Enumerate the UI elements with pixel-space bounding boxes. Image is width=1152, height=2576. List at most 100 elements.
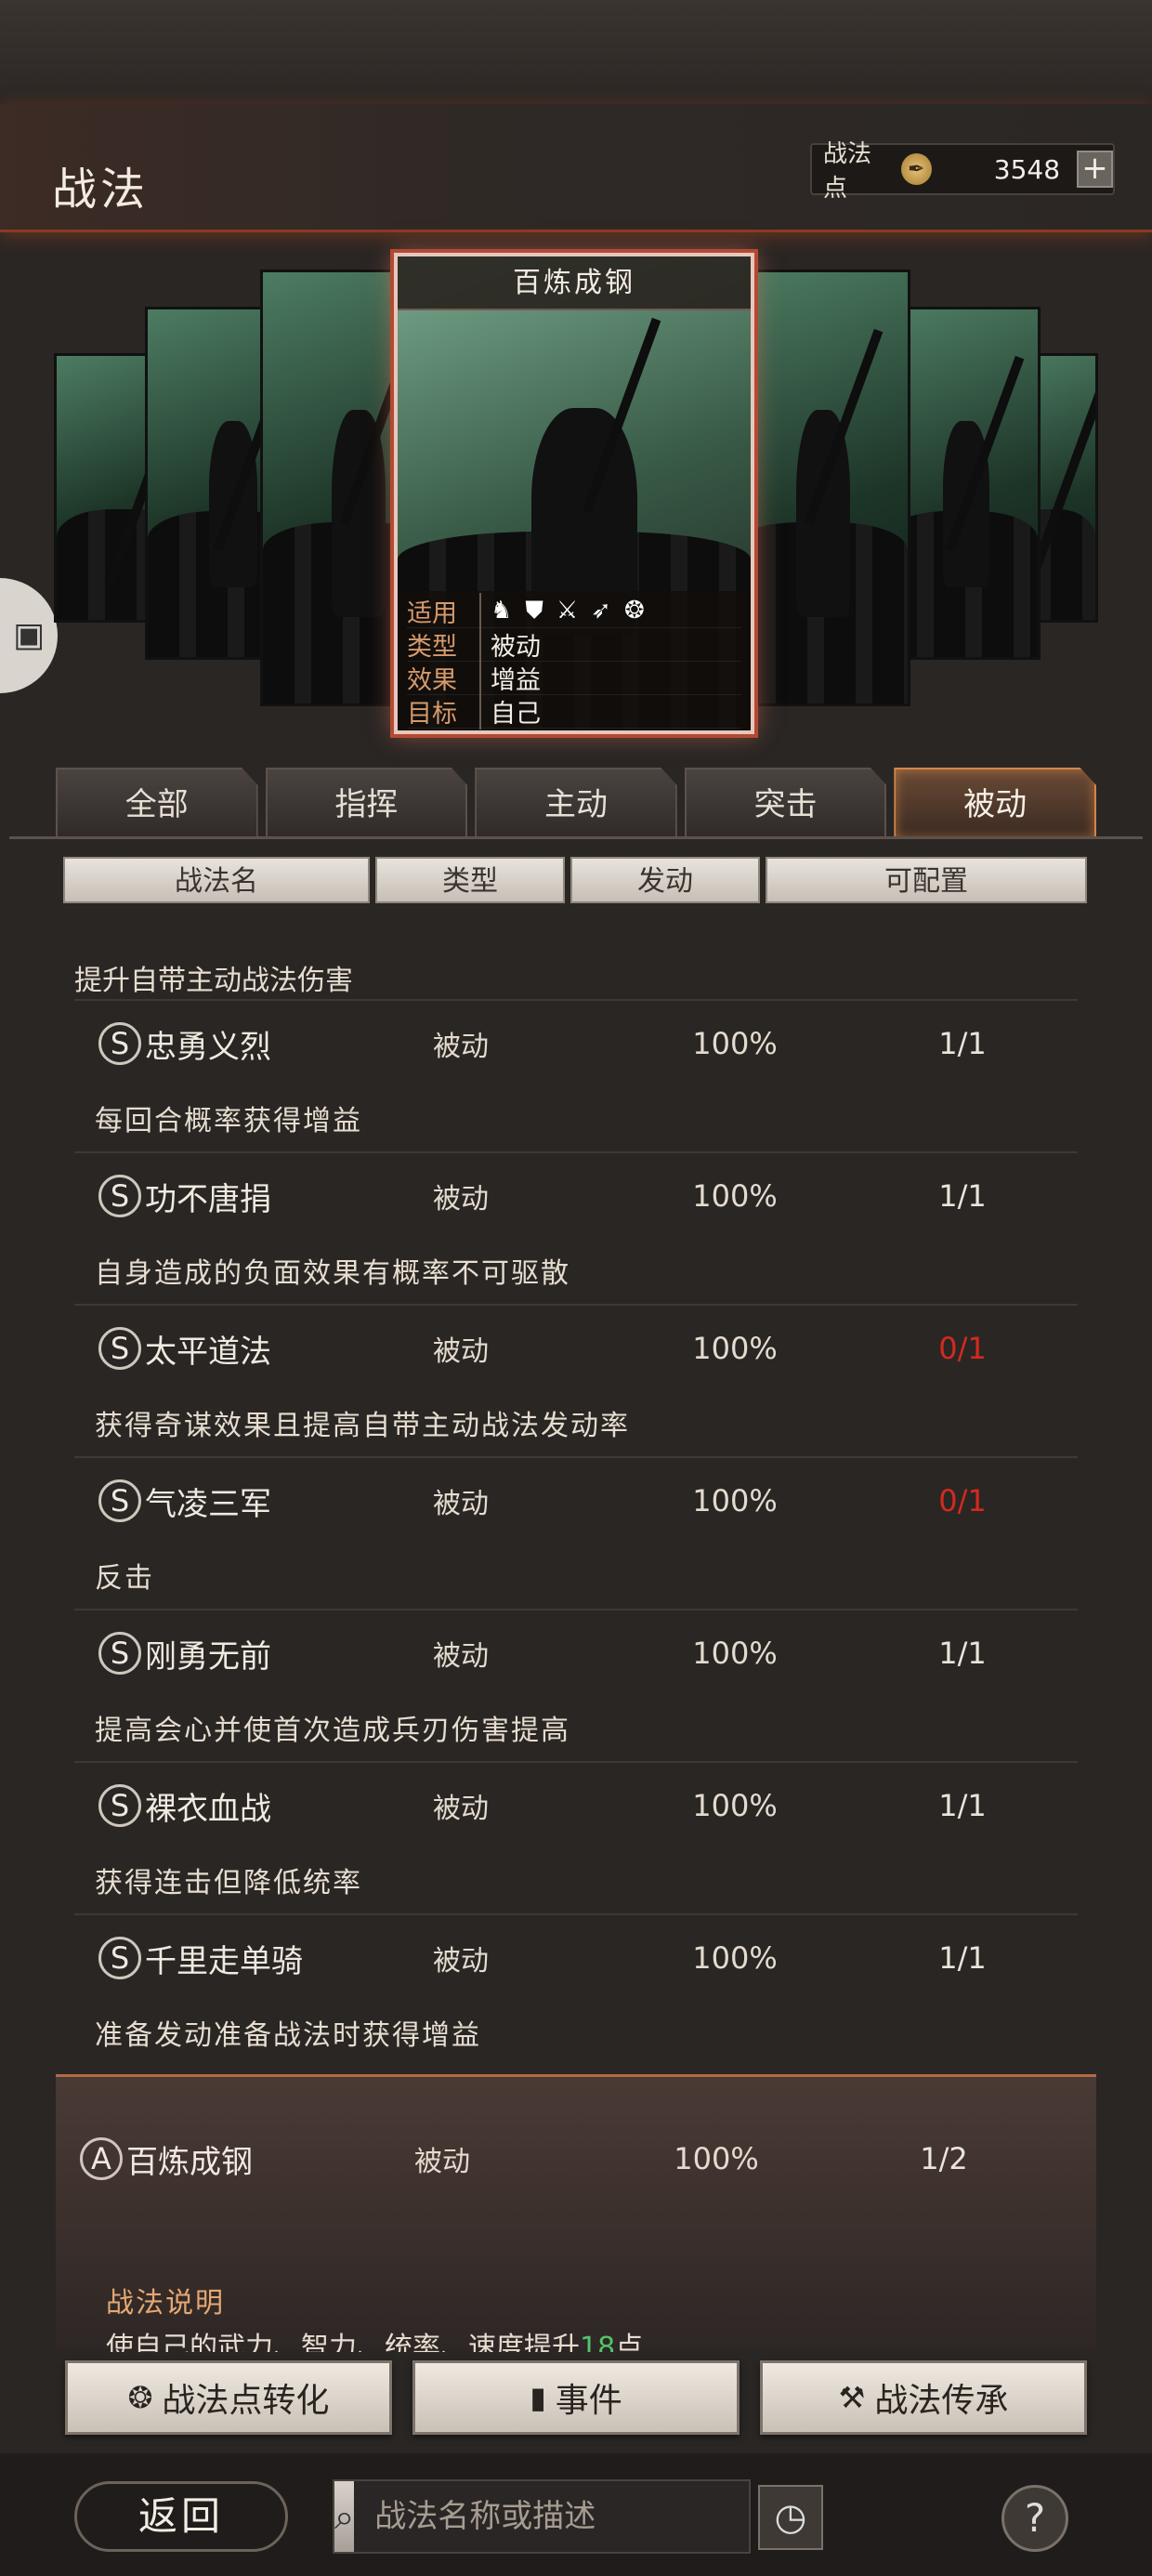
selected-skill-row[interactable]: A 百炼成钢 被动 100% 1/2 <box>56 2133 1096 2185</box>
skill-list[interactable]: 提升自带主动战法伤害 S 忠勇义烈 被动 100% 1/1 每回合概率获得增益 S 功不唐捐被… <box>74 906 1078 2063</box>
list-item-top: S 忠勇义烈 被动 100% 1/1 <box>74 1018 1078 1070</box>
list-item[interactable]: S 千里走单骑 被动 100% 1/1 准备发动准备战法时获得增益 <box>74 1915 1078 2063</box>
column-header-name[interactable]: 战法名 <box>63 857 370 903</box>
explain-text: 使自己的武力、智力、统率、速度提升18点 <box>106 2324 643 2352</box>
explain-number: 18 <box>580 2332 616 2352</box>
crossed-swords-icon: ⚔ <box>556 597 579 624</box>
skill-name: 太平道法 <box>145 1333 271 1371</box>
list-item[interactable]: S 功不唐捐 被动 100% 1/1 自身造成的负面效果有概率不可驱散 <box>74 1153 1078 1306</box>
skill-type: 被动 <box>433 1945 489 1978</box>
spear-icon: ➶ <box>591 597 611 624</box>
skill-name: 千里走单骑 <box>145 1942 303 1980</box>
category-tabs: 全部 指挥 主动 突击 被动 <box>56 768 1096 838</box>
skill-slots: 0/1 <box>938 1331 987 1366</box>
info-value: 被动 <box>491 633 541 662</box>
card-info: 适用 ♞ ⛊ ⚔ ➶ ❂ 类型 被动 效果 增益 目标 自己 <box>398 591 751 730</box>
troop-type-icons: ♞ ⛊ ⚔ ➶ ❂ <box>491 597 645 625</box>
tab-divider <box>9 836 1143 839</box>
grade-badge: S <box>98 1784 141 1827</box>
skill-desc: 获得连击但降低统率 <box>95 1867 362 1899</box>
hammer-icon: ⚒ <box>838 2380 866 2415</box>
grade-badge: S <box>98 1175 141 1217</box>
list-item[interactable]: S 气凌三军 被动 100% 0/1 反击 <box>74 1458 1078 1610</box>
back-button[interactable]: 返回 <box>74 2481 288 2552</box>
tab-command[interactable]: 指挥 <box>265 768 468 838</box>
skill-slots: 1/1 <box>938 1636 987 1671</box>
event-button[interactable]: ▮ 事件 <box>412 2360 740 2435</box>
skill-name: 刚勇无前 <box>145 1637 271 1676</box>
top-decor-bar <box>0 0 1152 104</box>
footer: 返回 ⌕ ◷ ? <box>0 2453 1152 2576</box>
column-header-trigger[interactable]: 发动 <box>570 857 760 903</box>
column-header-slots[interactable]: 可配置 <box>766 857 1087 903</box>
flame-icon: ❂ <box>127 2380 153 2415</box>
tactic-points-box: 战法点 ✒ 3548 + <box>810 140 1115 203</box>
grade-badge: S <box>98 1327 141 1370</box>
skill-rate: 100% <box>692 1483 778 1518</box>
tab-assault[interactable]: 突击 <box>684 768 887 838</box>
list-item[interactable]: S 刚勇无前 被动 100% 1/1 提高会心并使首次造成兵刃伤害提高 <box>74 1610 1078 1763</box>
skill-rate: 100% <box>692 1026 778 1061</box>
list-item-top: S 刚勇无前 被动 100% 1/1 <box>74 1627 1078 1679</box>
skill-slots: 1/1 <box>938 1788 987 1823</box>
skill-desc: 反击 <box>95 1562 154 1595</box>
skill-type: 被动 <box>433 1640 489 1673</box>
tab-all[interactable]: 全部 <box>56 768 258 838</box>
header: 战法 战法点 ✒ 3548 + <box>0 104 1152 232</box>
tab-passive[interactable]: 被动 <box>894 768 1096 838</box>
info-key: 适用 <box>407 593 481 629</box>
add-points-button[interactable]: + <box>1077 151 1113 188</box>
list-item[interactable]: S 忠勇义烈 被动 100% 1/1 每回合概率获得增益 <box>74 1001 1078 1153</box>
skill-desc: 自身造成的负面效果有概率不可驱散 <box>95 1257 570 1290</box>
grade-badge: S <box>98 1937 141 1979</box>
skill-rate: 100% <box>674 2141 759 2176</box>
cavalry-icon: ♞ <box>491 597 513 624</box>
skill-slots: 1/2 <box>920 2141 968 2176</box>
skill-type: 被动 <box>433 1793 489 1825</box>
skill-desc: 每回合概率获得增益 <box>95 1105 362 1137</box>
card-info-row-type: 类型 被动 <box>407 626 741 663</box>
skill-name: 功不唐捐 <box>145 1180 271 1218</box>
skill-name: 裸衣血战 <box>145 1790 271 1828</box>
list-item-top: S 气凌三军 被动 100% 0/1 <box>74 1475 1078 1527</box>
card-info-row-applicable: 适用 ♞ ⛊ ⚔ ➶ ❂ <box>407 593 741 629</box>
list-item[interactable]: S 太平道法 被动 100% 0/1 获得奇谋效果且提高自带主动战法发动率 <box>74 1306 1078 1458</box>
list-item-top: S 千里走单骑 被动 100% 1/1 <box>74 1932 1078 1984</box>
card-title: 百炼成钢 <box>398 256 751 310</box>
skill-card-carousel[interactable]: 百炼成钢 适用 ♞ ⛊ ⚔ ➶ ❂ 类型 被动 效果 增益 目标 自己 <box>0 242 1152 743</box>
inherit-button[interactable]: ⚒ 战法传承 <box>760 2360 1087 2435</box>
convert-points-button[interactable]: ❂ 战法点转化 <box>65 2360 392 2435</box>
search-input[interactable] <box>354 2498 769 2535</box>
column-headers: 战法名 类型 发动 可配置 <box>63 857 1087 903</box>
selected-skill-card[interactable]: 百炼成钢 适用 ♞ ⛊ ⚔ ➶ ❂ 类型 被动 效果 增益 目标 自己 <box>394 253 754 734</box>
skill-rate: 100% <box>692 1940 778 1976</box>
alert-book-icon: ▮ <box>530 2380 546 2415</box>
info-key: 效果 <box>407 660 481 696</box>
button-label: 事件 <box>555 2382 622 2420</box>
clock-icon[interactable]: ◷ <box>758 2485 823 2550</box>
explain-body: 使自己的武力、智力、统率、速度提升 <box>106 2332 580 2352</box>
skill-name: 气凌三军 <box>145 1485 271 1523</box>
grade-badge: S <box>98 1632 141 1675</box>
help-icon[interactable]: ? <box>1001 2485 1068 2552</box>
list-item-top: S 裸衣血战 被动 100% 1/1 <box>74 1780 1078 1832</box>
grade-badge: A <box>80 2137 123 2180</box>
card-info-row-target: 目标 自己 <box>407 693 741 729</box>
search-icon[interactable]: ⌕ <box>334 2481 355 2552</box>
feather-coin-icon: ✒ <box>900 153 932 185</box>
list-item[interactable]: S 裸衣血战 被动 100% 1/1 获得连击但降低统率 <box>74 1763 1078 1915</box>
page-title: 战法 <box>52 164 150 216</box>
wheel-icon: ❂ <box>623 597 645 624</box>
list-item-top: S 功不唐捐 被动 100% 1/1 <box>74 1170 1078 1222</box>
shield-icon: ⛊ <box>525 597 543 624</box>
button-label: 战法传承 <box>874 2382 1009 2420</box>
tab-active[interactable]: 主动 <box>475 768 677 838</box>
info-key: 目标 <box>407 693 481 729</box>
skill-rate: 100% <box>692 1331 778 1366</box>
list-item-top: S 太平道法 被动 100% 0/1 <box>74 1322 1078 1374</box>
skill-name: 忠勇义烈 <box>145 1028 271 1066</box>
column-header-type[interactable]: 类型 <box>375 857 565 903</box>
grade-badge: S <box>98 1479 141 1522</box>
skill-rate: 100% <box>692 1788 778 1823</box>
skill-type: 被动 <box>433 1335 489 1368</box>
